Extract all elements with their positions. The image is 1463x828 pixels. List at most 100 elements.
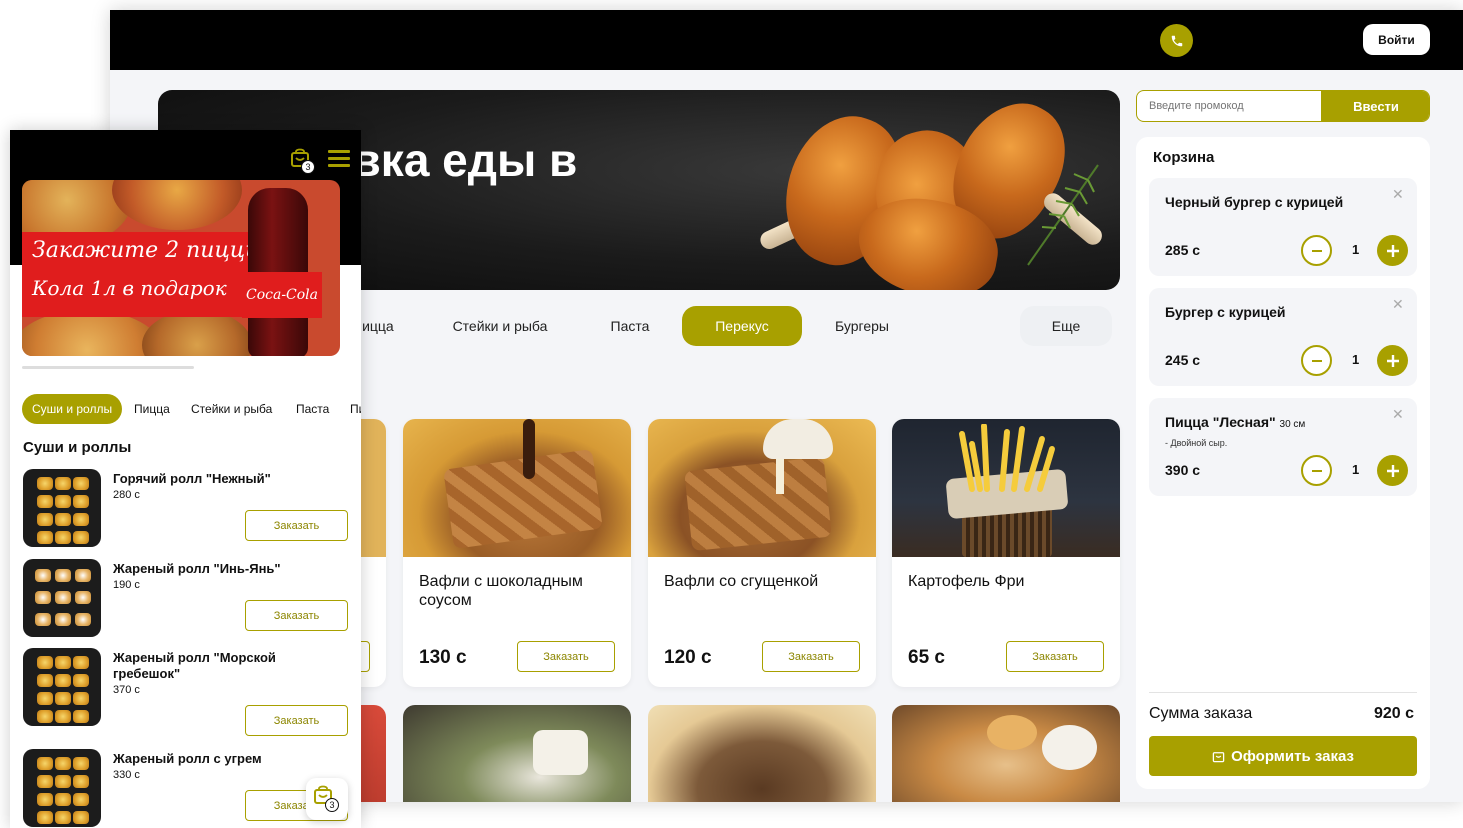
remove-item-icon[interactable]: ✕ <box>1392 186 1404 203</box>
plus-icon <box>1386 464 1399 477</box>
product-card-partial <box>892 705 1120 802</box>
tab-pasta[interactable]: Паста <box>296 394 329 424</box>
cart-item-name-line: Пицца "Лесная" 30 см <box>1165 414 1305 430</box>
banner-divider <box>22 366 194 369</box>
order-sum-value: 920 с <box>1374 705 1415 722</box>
banner-text-line1: Закажите 2 пиццы <box>32 238 264 263</box>
hamburger-menu-icon[interactable] <box>328 150 350 167</box>
top-bar: Войти <box>110 10 1463 70</box>
tab-pizza[interactable]: Пицца <box>134 394 170 424</box>
roll-image <box>23 559 101 637</box>
order-button[interactable]: Заказать <box>245 510 348 541</box>
mobile-cart-button[interactable]: 3 <box>290 148 315 174</box>
cart-item-quantity: 1 <box>1352 462 1360 477</box>
minus-icon <box>1311 249 1322 252</box>
promo-banner[interactable]: Закажите 2 пиццы Кола 1л в подарок Coca-… <box>22 180 340 356</box>
milk-jug <box>763 419 833 459</box>
tab-steaks-fish[interactable]: Стейки и рыба <box>191 394 272 424</box>
floating-cart-button[interactable]: 3 <box>306 778 348 820</box>
product-name: Картофель Фри <box>908 573 1025 590</box>
cart-item-price: 285 с <box>1165 242 1201 258</box>
decrease-quantity-button[interactable] <box>1301 345 1332 376</box>
cart-item: Черный бургер с курицей ✕ 285 с 1 <box>1149 178 1417 276</box>
order-button[interactable]: Заказать <box>1006 641 1104 672</box>
product-price: 120 с <box>664 647 712 668</box>
more-categories-button[interactable]: Еще <box>1020 306 1112 346</box>
category-steaks-fish[interactable]: Стейки и рыба <box>440 306 560 346</box>
section-title: Суши и роллы <box>23 439 132 456</box>
increase-quantity-button[interactable] <box>1377 455 1408 486</box>
plus-icon <box>1386 244 1399 257</box>
cart-item-price: 245 с <box>1165 352 1201 368</box>
cart-item-name: Пицца "Лесная" <box>1165 414 1276 430</box>
category-pasta[interactable]: Паста <box>590 306 670 346</box>
rosemary-icon <box>1027 164 1099 266</box>
item-name: Горячий ролл "Нежный" <box>113 471 271 486</box>
increase-quantity-button[interactable] <box>1377 235 1408 266</box>
cart-item: Бургер с курицей ✕ 245 с 1 <box>1149 288 1417 386</box>
decrease-quantity-button[interactable] <box>1301 455 1332 486</box>
minus-icon <box>1311 359 1322 362</box>
item-name: Жареный ролл "Инь-Янь" <box>113 561 281 576</box>
plus-icon <box>1386 354 1399 367</box>
waffle-shape <box>684 456 832 552</box>
cart-item: Пицца "Лесная" 30 см - Двойной сыр. ✕ 39… <box>1149 398 1417 496</box>
phone-icon <box>1171 35 1182 46</box>
checkout-label: Оформить заказ <box>1231 747 1354 765</box>
product-name: Вафли со сгущенкой <box>664 573 819 590</box>
item-price: 370 с <box>113 684 140 696</box>
syrniki-shape <box>987 715 1037 750</box>
category-snack[interactable]: Перекус <box>682 306 802 346</box>
order-button[interactable]: Заказать <box>245 600 348 631</box>
cart-item-option: - Двойной сыр. <box>1165 438 1228 448</box>
cart-item-price: 390 с <box>1165 462 1201 478</box>
cola-label: Coca-Cola <box>242 272 322 318</box>
checkout-button[interactable]: Оформить заказ <box>1149 736 1417 776</box>
promo-apply-button[interactable]: Ввести <box>1321 91 1429 121</box>
cart-panel: Корзина Черный бургер с курицей ✕ 285 с … <box>1136 137 1430 789</box>
cart-count-badge: 3 <box>301 160 315 174</box>
roll-image <box>23 469 101 547</box>
phone-button[interactable] <box>1160 24 1193 57</box>
roll-image <box>23 648 101 726</box>
increase-quantity-button[interactable] <box>1377 345 1408 376</box>
product-price: 65 с <box>908 647 945 668</box>
promo-code-input[interactable] <box>1137 91 1321 121</box>
pizza-shape <box>112 180 242 230</box>
roll-image <box>23 749 101 827</box>
tab-sushi-rolls[interactable]: Суши и роллы <box>22 394 123 424</box>
order-button[interactable]: Заказать <box>245 705 348 736</box>
bag-icon <box>1212 751 1225 762</box>
item-price: 280 с <box>113 489 140 501</box>
banner-text-line2: Кола 1л в подарок <box>32 276 227 300</box>
product-card: Вафли со сгущенкой 120 с Заказать <box>648 419 876 687</box>
cart-item-size: 30 см <box>1279 419 1306 430</box>
product-name: Вафли с шоколадным соусом <box>419 573 583 609</box>
product-card-partial <box>648 705 876 802</box>
product-image <box>892 419 1120 557</box>
item-name: Жареный ролл с угрем <box>113 751 262 766</box>
milk-drip <box>776 459 784 494</box>
product-image <box>648 419 876 557</box>
login-button[interactable]: Войти <box>1363 24 1430 55</box>
remove-item-icon[interactable]: ✕ <box>1392 296 1404 313</box>
cart-count-badge: 3 <box>325 798 339 812</box>
remove-item-icon[interactable]: ✕ <box>1392 406 1404 423</box>
order-button[interactable]: Заказать <box>762 641 860 672</box>
product-card-partial <box>403 705 631 802</box>
minus-icon <box>1311 469 1322 472</box>
product-price: 130 с <box>419 647 467 668</box>
cart-title: Корзина <box>1153 149 1215 166</box>
order-sum-label: Сумма заказа <box>1149 705 1253 722</box>
item-name: Жареный ролл "Морской гребешок" <box>113 650 276 681</box>
category-burgers[interactable]: Бургеры <box>822 306 902 346</box>
promo-code-form: Ввести <box>1136 90 1430 122</box>
mobile-screen: 3 Закажите 2 пиццы Кола 1л в подарок Coc… <box>10 130 361 828</box>
product-card: Картофель Фри 65 с Заказать <box>892 419 1120 687</box>
tab-more[interactable]: Пи <box>350 394 361 424</box>
cart-item-quantity: 1 <box>1352 352 1360 367</box>
fries-icon <box>959 424 1055 492</box>
decrease-quantity-button[interactable] <box>1301 235 1332 266</box>
order-button[interactable]: Заказать <box>517 641 615 672</box>
cart-item-quantity: 1 <box>1352 242 1360 257</box>
